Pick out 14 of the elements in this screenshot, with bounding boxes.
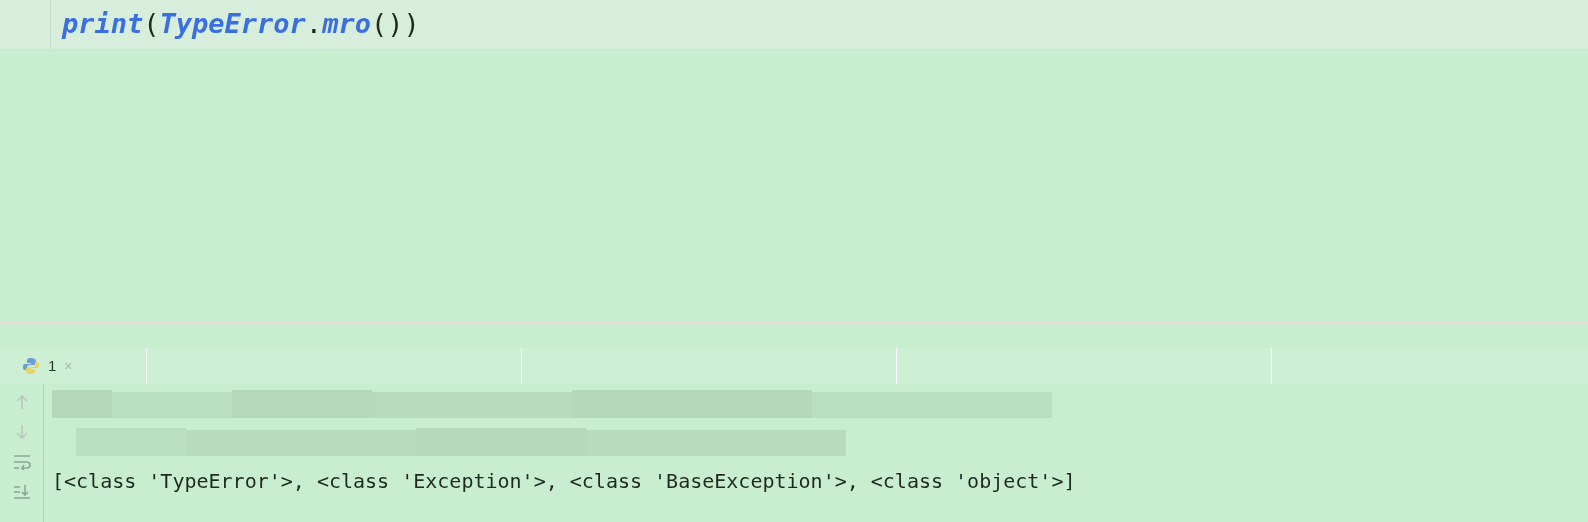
code-token: print: [62, 7, 144, 42]
code-token: TypeError: [159, 7, 306, 42]
code-token: mro: [322, 7, 371, 42]
scroll-to-end-icon[interactable]: [12, 484, 31, 500]
up-arrow-icon[interactable]: [14, 394, 29, 410]
console-output: [<class 'TypeError'>, <class 'Exception'>, <class 'BaseException'>, <class 'object'>]: [52, 468, 1076, 495]
code-token: (: [143, 7, 160, 42]
python-icon: [22, 357, 40, 375]
code-token: .: [305, 7, 323, 42]
down-arrow-icon[interactable]: [14, 424, 29, 440]
soft-wrap-icon[interactable]: [12, 454, 31, 470]
tab-label: 1: [48, 355, 57, 376]
code-token: ): [403, 7, 420, 42]
code-token: (): [370, 7, 404, 42]
